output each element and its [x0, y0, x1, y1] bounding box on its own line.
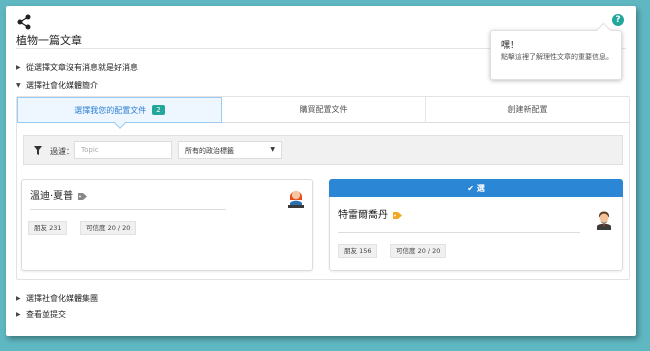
help-icon[interactable]: ? [612, 14, 624, 26]
section-profile-groups[interactable]: ▶ 選擇社會化媒體集團 [16, 293, 98, 304]
section-label: 查看並提交 [26, 310, 66, 319]
profile-name: 特雷爾喬丹 [338, 210, 388, 221]
male-avatar [597, 211, 611, 230]
caret-right-icon: ▶ [16, 64, 21, 71]
profile-panel: 選擇我您的配置文件 2 購買配置文件 創建新配置 過濾： Topic 所有的政治… [16, 96, 630, 280]
section-no-message[interactable]: ▶ 從選擇文章沒有消息就是好消息 [16, 62, 138, 73]
section-review-submit[interactable]: ▶ 查看並提交 [16, 309, 66, 320]
profile-name-row: 溫迪·夏普 [30, 187, 88, 202]
count-badge: 2 [152, 105, 165, 115]
page-title: 植物一篇文章 [16, 34, 82, 47]
filter-label: 過濾： [50, 147, 74, 156]
tab-label: 選擇我您的配置文件 [74, 105, 147, 115]
profile-card-selected[interactable]: ✔ 選 特雷爾喬丹 朋友 156 可信度 20 / 20 [329, 179, 623, 271]
section-profile-intro[interactable]: ▼ 選擇社會化媒體簡介 [16, 80, 98, 91]
caret-right-icon: ▶ [16, 295, 21, 302]
profile-card[interactable]: 溫迪·夏普 朋友 231 可信度 20 / 20 [21, 179, 313, 271]
tag-icon [78, 192, 88, 200]
profile-name-row: 特雷爾喬丹 [338, 206, 403, 221]
caret-right-icon: ▶ [16, 311, 21, 318]
tab-create-profile[interactable]: 創建新配置 [426, 97, 629, 123]
chevron-down-icon: ▼ [270, 146, 275, 153]
tag-select[interactable]: 所有的政治標籤 ▼ [178, 141, 282, 159]
share-icon[interactable] [16, 14, 32, 30]
tag-icon [393, 211, 403, 219]
tooltip-text: 點擊這裡了解理性文章的重要信息。 [501, 53, 613, 61]
friends-count: 朋友 156 [338, 244, 378, 258]
tab-buy-profile[interactable]: 購買配置文件 [222, 97, 426, 123]
topic-input[interactable]: Topic [74, 141, 172, 159]
help-tooltip: 嘿！ 點擊這裡了解理性文章的重要信息。 [490, 22, 622, 80]
tag-select-value: 所有的政治標籤 [185, 147, 234, 155]
tab-label: 購買配置文件 [299, 105, 348, 114]
friends-count: 朋友 231 [28, 221, 68, 235]
tab-label: 創建新配置 [507, 105, 548, 114]
tooltip-title: 嘿！ [501, 41, 520, 51]
caret-down-icon: ▼ [16, 82, 21, 89]
card-divider [30, 209, 226, 210]
card-divider [338, 232, 580, 233]
credibility-score: 可信度 20 / 20 [80, 221, 137, 235]
tab-bar: 選擇我您的配置文件 2 購買配置文件 創建新配置 [17, 97, 629, 123]
section-label: 從選擇文章沒有消息就是好消息 [26, 63, 138, 72]
tab-select-profile[interactable]: 選擇我您的配置文件 2 [17, 97, 222, 123]
female-avatar [288, 190, 304, 208]
section-label: 選擇社會化媒體集團 [26, 294, 98, 303]
filter-icon [34, 146, 42, 155]
app-window: 植物一篇文章 ? 嘿！ 點擊這裡了解理性文章的重要信息。 ▶ 從選擇文章沒有消息… [6, 6, 636, 336]
filter-bar: 過濾： Topic 所有的政治標籤 ▼ [23, 135, 623, 165]
credibility-score: 可信度 20 / 20 [390, 244, 447, 258]
section-label: 選擇社會化媒體簡介 [26, 81, 98, 90]
selected-banner: ✔ 選 [329, 179, 623, 197]
profile-name: 溫迪·夏普 [30, 191, 74, 202]
tooltip-arrow [595, 22, 612, 39]
